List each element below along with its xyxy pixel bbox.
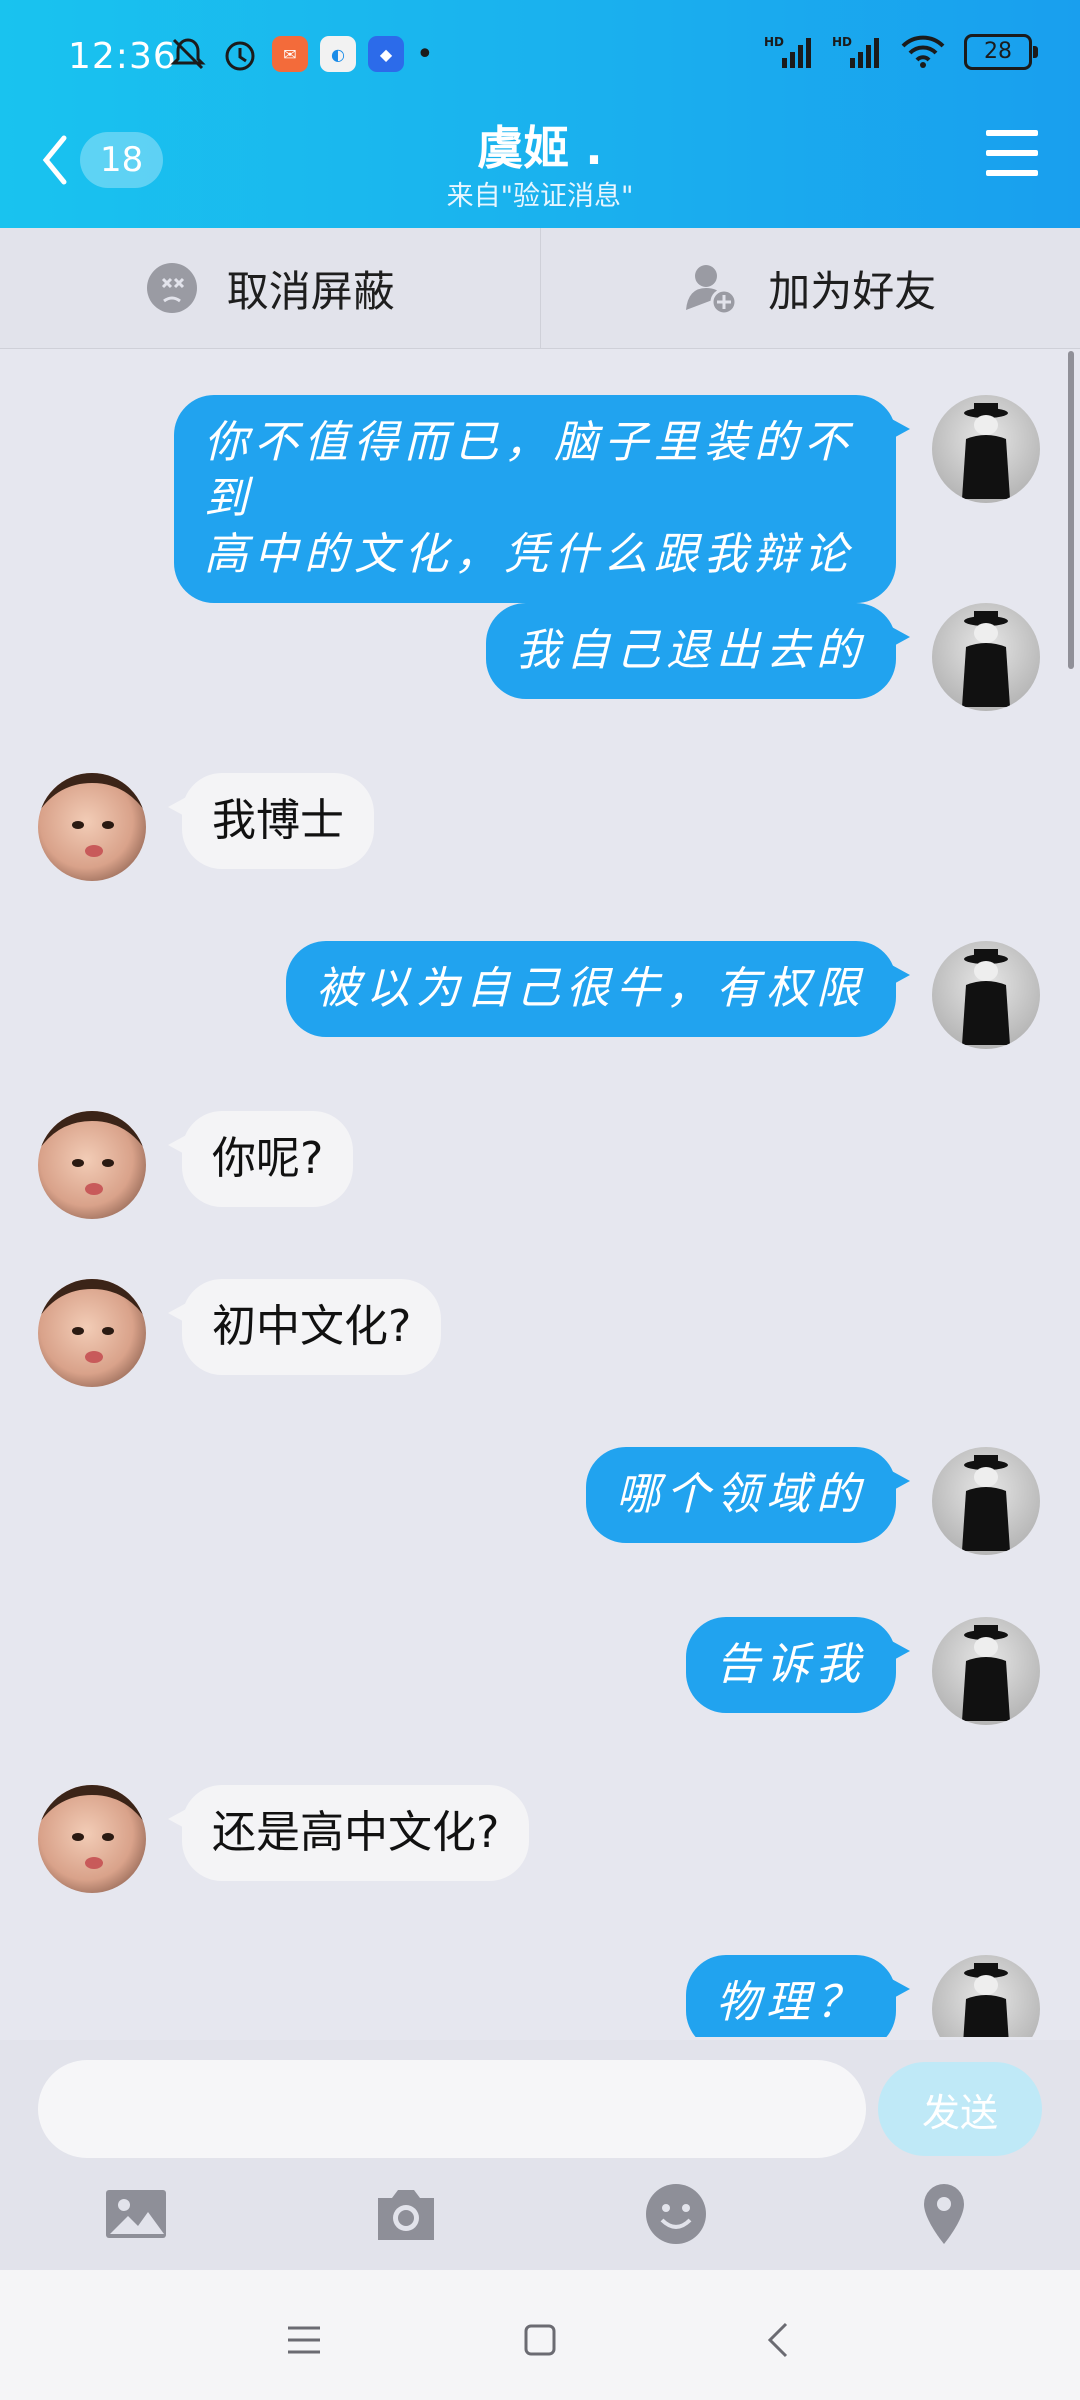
avatar-image	[963, 1963, 1009, 2037]
message-text: 你不值得而已，脑子里装的不到	[204, 417, 854, 524]
back-nav-button[interactable]	[748, 2310, 808, 2370]
message-bubble[interactable]: 被以为自己很牛，有权限	[286, 941, 910, 1037]
signal-icon: HD	[832, 35, 879, 68]
self-avatar[interactable]	[932, 1617, 1040, 1725]
unblock-button[interactable]: 取消屏蔽	[0, 228, 540, 348]
chevron-left-icon	[767, 2322, 788, 2358]
message-bubble[interactable]: 初中文化?	[167, 1279, 442, 1375]
message-bubble[interactable]: 告诉我	[686, 1617, 910, 1713]
message-bubble[interactable]: 你呢?	[167, 1111, 354, 1207]
mute-icon	[170, 38, 206, 70]
add-friend-label: 加为好友	[768, 266, 937, 316]
recent-apps-button[interactable]	[274, 2310, 334, 2370]
scrollbar[interactable]	[1068, 351, 1074, 669]
avatar-image	[38, 773, 146, 857]
message-bubble[interactable]: 我自己退出去的	[486, 603, 910, 699]
message-text: 高中的文化，凭什么跟我辩论	[204, 529, 854, 580]
home-button[interactable]	[510, 2310, 570, 2370]
alarm-icon	[225, 41, 255, 71]
image-icon[interactable]	[102, 2180, 170, 2248]
more-notifications-dot: •	[416, 36, 434, 72]
avatar-image	[962, 949, 1010, 1045]
menu-icon-bar	[986, 150, 1038, 156]
signal-label: HD	[764, 35, 784, 49]
message-input[interactable]	[38, 2060, 866, 2158]
add-friend-button[interactable]: 加为好友	[541, 228, 1080, 348]
status-time: 12:36	[68, 36, 177, 77]
avatar-image	[962, 611, 1010, 707]
emoji-icon[interactable]	[642, 2180, 710, 2248]
app-notification-icon: ◆	[368, 36, 404, 72]
message-bubble[interactable]: 哪个领域的	[586, 1447, 910, 1543]
app-notification-icon: ◐	[320, 36, 356, 72]
menu-icon-bar	[986, 170, 1038, 176]
home-icon	[524, 2324, 556, 2356]
avatar-image	[962, 1455, 1010, 1551]
message-bubble[interactable]: 还是高中文化?	[167, 1785, 530, 1881]
peer-avatar[interactable]	[38, 1279, 146, 1387]
system-navigation-bar	[0, 2270, 1080, 2400]
menu-icon	[288, 2326, 320, 2354]
camera-icon[interactable]	[372, 2180, 440, 2248]
status-notification-icons: ✉ ◐ ◆ •	[168, 34, 434, 74]
stranger-action-bar: 取消屏蔽 加为好友	[0, 228, 1080, 349]
peer-avatar[interactable]	[38, 773, 146, 881]
self-avatar[interactable]	[932, 603, 1040, 711]
app-notification-icon: ✉	[272, 36, 308, 72]
menu-icon-bar	[986, 130, 1038, 136]
message-list[interactable]: 你不值得而已，脑子里装的不到 高中的文化，凭什么跟我辩论 我自己退出去的 我博士…	[0, 349, 1080, 2037]
chat-subtitle: 来自"验证消息"	[446, 181, 634, 212]
location-icon[interactable]	[910, 2180, 978, 2248]
self-avatar[interactable]	[932, 1955, 1040, 2037]
peer-avatar[interactable]	[38, 1785, 146, 1893]
status-bar: 12:36 ✉ ◐ ◆ • HD HD 28	[0, 0, 1080, 110]
composer: 发送	[0, 2040, 1080, 2270]
avatar-image	[962, 403, 1010, 499]
send-button[interactable]: 发送	[878, 2062, 1042, 2156]
self-avatar[interactable]	[932, 395, 1040, 503]
menu-button[interactable]	[986, 130, 1038, 176]
message-bubble[interactable]: 物理？	[686, 1955, 910, 2037]
signal-icon: HD	[764, 35, 811, 68]
status-system-icons: HD HD 28	[764, 34, 1038, 70]
signal-label: HD	[832, 35, 852, 49]
battery-indicator: 28	[964, 34, 1038, 70]
chat-title: 虞姬 .	[477, 121, 603, 175]
peer-avatar[interactable]	[38, 1111, 146, 1219]
avatar-image	[38, 1785, 146, 1869]
avatar-image	[962, 1625, 1010, 1721]
add-friend-icon	[686, 265, 738, 316]
message-bubble[interactable]: 我博士	[168, 773, 374, 869]
message-bubble[interactable]: 你不值得而已，脑子里装的不到 高中的文化，凭什么跟我辩论	[174, 395, 910, 603]
wifi-icon	[901, 35, 945, 68]
unblock-label: 取消屏蔽	[226, 266, 395, 316]
unblock-icon	[146, 263, 197, 313]
chat-header: 12:36 ✉ ◐ ◆ • HD HD 28 18 虞姬 . 来自"验证消息"	[0, 0, 1080, 228]
avatar-image	[38, 1279, 146, 1363]
self-avatar[interactable]	[932, 941, 1040, 1049]
avatar-image	[38, 1111, 146, 1195]
self-avatar[interactable]	[932, 1447, 1040, 1555]
